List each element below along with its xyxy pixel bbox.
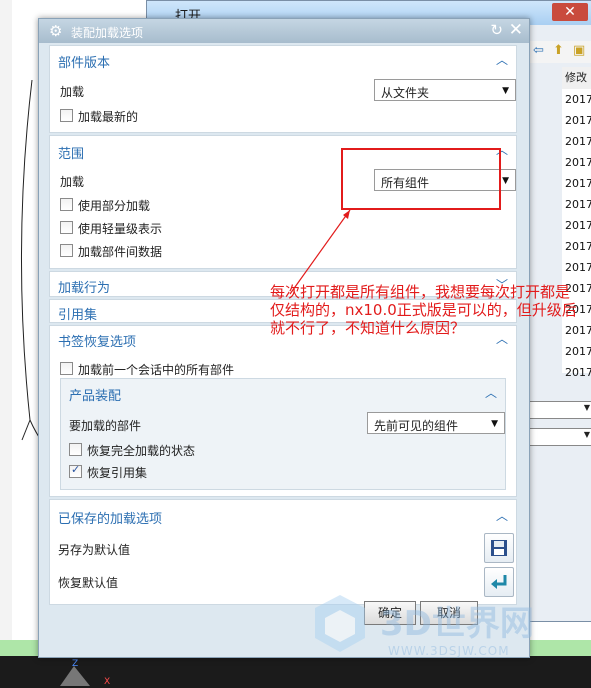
file-row-date[interactable]: 2017 — [565, 156, 591, 169]
subsection-product-assembly: 产品装配 ︿ 要加载的部件 先前可见的组件 ▼ 恢复完全加载的状态 恢复引用集 — [60, 378, 506, 490]
parts-to-load-value: 先前可见的组件 — [374, 419, 459, 433]
load-latest-label: 加载最新的 — [78, 110, 139, 124]
load-label: 加载 — [60, 175, 85, 189]
partial-load-label: 使用部分加载 — [78, 199, 151, 213]
assembly-load-options-dialog: ⚙ 装配加载选项 ↻ ✕ 部件版本 ︿ 加载 从文件夹 ▼ 加载最新的 范围 ︿… — [38, 18, 530, 658]
chevron-up-icon[interactable]: ︿ — [496, 507, 508, 524]
partial-load-checkbox[interactable] — [60, 198, 73, 211]
load-all-checkbox[interactable] — [60, 362, 73, 375]
section-part-version: 部件版本 ︿ 加载 从文件夹 ▼ 加载最新的 — [49, 45, 517, 133]
restore-refset-label: 恢复引用集 — [87, 466, 148, 480]
chevron-up-icon[interactable]: ︿ — [496, 51, 508, 68]
close-icon[interactable]: ✕ — [509, 20, 523, 40]
cube-logo-icon — [315, 595, 365, 652]
file-row-date[interactable]: 2017 — [565, 114, 591, 127]
chevron-down-icon: ▼ — [491, 419, 498, 429]
file-row-date[interactable]: 2017 — [565, 198, 591, 211]
filter-combo[interactable] — [527, 428, 591, 446]
lightweight-checkbox[interactable] — [60, 221, 73, 234]
file-row-date[interactable]: 2017 — [565, 345, 591, 358]
gear-icon: ⚙ — [49, 22, 63, 40]
chevron-down-icon: ▼ — [502, 86, 509, 96]
section-title[interactable]: 部件版本 — [58, 52, 110, 71]
chevron-down-icon: ▼ — [502, 176, 509, 186]
file-row-date[interactable]: 2017 — [565, 240, 591, 253]
watermark: 3D世界网 WWW.3DSJW.COM — [300, 590, 591, 670]
restore-refset-checkbox[interactable] — [69, 463, 82, 478]
open-dialog-combos — [527, 395, 591, 446]
open-dialog-toolbar: ⇦ ⬆ ▣ — [527, 41, 591, 63]
save-default-button[interactable] — [484, 533, 514, 563]
interpart-label: 加载部件间数据 — [78, 245, 163, 259]
svg-text:Z: Z — [72, 659, 78, 669]
floppy-icon — [491, 540, 507, 556]
dialog-title: 装配加载选项 — [71, 26, 144, 40]
file-row-date[interactable]: 2017 — [565, 219, 591, 232]
annotation-highlight-box — [341, 148, 501, 210]
file-row-date[interactable]: 2017 — [565, 261, 591, 274]
watermark-name: 3D世界网 — [380, 604, 534, 644]
new-folder-icon[interactable]: ▣ — [573, 43, 585, 58]
reset-icon[interactable]: ↻ — [490, 21, 503, 39]
load-latest-checkbox[interactable] — [60, 109, 73, 122]
restore-state-checkbox[interactable] — [69, 443, 82, 456]
svg-text:X: X — [104, 677, 110, 687]
load-all-label: 加载前一个会话中的所有部件 — [78, 363, 235, 377]
file-row-date[interactable]: 2017 — [565, 177, 591, 190]
file-type-combo[interactable] — [527, 401, 591, 419]
section-title[interactable]: 引用集 — [58, 304, 97, 323]
parts-to-load-select[interactable]: 先前可见的组件 ▼ — [367, 412, 505, 434]
file-row-date[interactable]: 2017 — [565, 135, 591, 148]
file-row-date[interactable]: 2017 — [565, 93, 591, 106]
folder-up-icon[interactable]: ⬆ — [553, 43, 564, 58]
restore-state-label: 恢复完全加载的状态 — [87, 444, 196, 458]
section-title[interactable]: 范围 — [58, 143, 84, 162]
close-icon[interactable]: ✕ — [552, 3, 588, 21]
section-title[interactable]: 已保存的加载选项 — [58, 508, 162, 527]
back-icon[interactable]: ⇦ — [533, 43, 544, 58]
restore-default-label: 恢复默认值 — [58, 576, 119, 590]
load-from-select[interactable]: 从文件夹 ▼ — [374, 79, 516, 101]
section-bookmark-restore: 书签恢复选项 ︿ 加载前一个会话中的所有部件 产品装配 ︿ 要加载的部件 先前可… — [49, 325, 517, 497]
column-header-modified[interactable]: 修改日 — [562, 67, 591, 106]
chevron-up-icon[interactable]: ︿ — [485, 384, 497, 401]
file-row-date[interactable]: 2017 — [565, 366, 591, 379]
load-from-value: 从文件夹 — [381, 86, 430, 100]
annotation-text: 每次打开都是所有组件，我想要每次打开都是仅结构的，nx10.0正式版是可以的，但… — [270, 283, 577, 337]
dialog-titlebar: ⚙ 装配加载选项 ↻ ✕ — [39, 19, 529, 43]
save-default-label: 另存为默认值 — [58, 543, 131, 557]
lightweight-label: 使用轻量级表示 — [78, 222, 163, 236]
section-title[interactable]: 加载行为 — [58, 277, 110, 296]
parts-to-load-label: 要加载的部件 — [69, 419, 142, 433]
interpart-checkbox[interactable] — [60, 244, 73, 257]
section-title[interactable]: 书签恢复选项 — [58, 331, 136, 350]
load-label: 加载 — [60, 85, 85, 99]
subsection-title[interactable]: 产品装配 — [69, 385, 121, 404]
watermark-url: WWW.3DSJW.COM — [388, 644, 510, 658]
